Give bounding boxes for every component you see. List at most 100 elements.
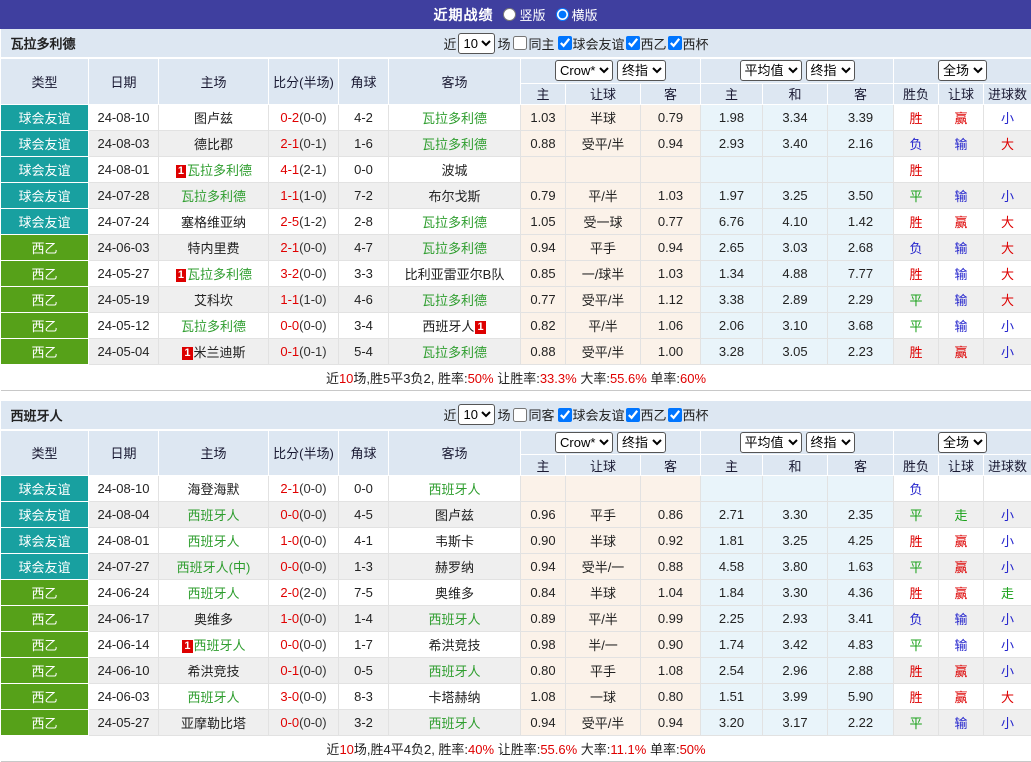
odds-stage-select[interactable]: 终指 <box>617 60 666 81</box>
avg-draw-cell: 2.96 <box>763 658 828 684</box>
avg-stage-select[interactable]: 终指 <box>806 432 855 453</box>
competition-filter-option[interactable]: 西乙 <box>625 34 667 53</box>
away-team-cell: 瓦拉多利德 <box>389 130 521 156</box>
home-team-cell: 1瓦拉多利德 <box>159 260 269 286</box>
halftime-score: (0-0) <box>299 533 326 548</box>
col-header-score: 比分(半场) <box>269 58 339 104</box>
odds-stage-select[interactable]: 终指 <box>617 432 666 453</box>
avg-source-select[interactable]: 平均值 <box>740 60 802 81</box>
avg-draw-cell: 3.17 <box>763 710 828 736</box>
col-header-score: 比分(半场) <box>269 430 339 476</box>
away-team-name: 韦斯卡 <box>435 534 474 549</box>
competition-filter-option[interactable]: 西杯 <box>667 405 709 424</box>
competition-filter-option[interactable]: 西乙 <box>625 405 667 424</box>
home-team-cell: 特内里费 <box>159 234 269 260</box>
competition-filter-checkbox[interactable] <box>626 36 640 50</box>
competition-filter-option[interactable]: 西杯 <box>667 34 709 53</box>
handicap-cell: 受平/半 <box>566 338 641 364</box>
sub-header-handicap: 让球 <box>566 455 641 476</box>
avg-stage-select[interactable]: 终指 <box>806 60 855 81</box>
goals-result-cell: 小 <box>984 528 1031 554</box>
result-cell: 平 <box>894 710 939 736</box>
layout-horizontal-option[interactable]: 横版 <box>556 5 598 24</box>
result-cell: 平 <box>894 182 939 208</box>
handicap-result-cell <box>939 156 984 182</box>
halftime-score: (0-0) <box>299 318 326 333</box>
match-date-cell: 24-06-14 <box>89 632 159 658</box>
away-odds-cell: 0.86 <box>641 502 701 528</box>
avg-away-cell: 4.36 <box>828 580 894 606</box>
away-odds-cell: 1.00 <box>641 338 701 364</box>
recent-count-select[interactable]: 10 <box>458 33 495 54</box>
filter-row: 瓦拉多利德 近 10 场 同主 球会友谊西乙西杯 <box>1 29 1031 58</box>
same-venue-checkbox-0[interactable] <box>513 36 527 50</box>
away-team-cell: 瓦拉多利德 <box>389 286 521 312</box>
same-venue-checkbox-1[interactable] <box>513 408 527 422</box>
home-odds-cell: 0.80 <box>521 658 566 684</box>
score-cell: 2-1(0-0) <box>269 234 339 260</box>
odds-source-select[interactable]: Crow* <box>555 432 613 453</box>
avg-away-cell: 2.88 <box>828 658 894 684</box>
recent-count-select[interactable]: 10 <box>458 404 495 425</box>
same-venue-option[interactable]: 同客 <box>512 405 554 424</box>
avg-home-cell: 1.81 <box>701 528 763 554</box>
odds-source-select[interactable]: Crow* <box>555 60 613 81</box>
home-team-cell: 1西班牙人 <box>159 632 269 658</box>
home-odds-cell: 0.94 <box>521 710 566 736</box>
corner-cell: 3-2 <box>339 710 389 736</box>
match-type-cell: 西乙 <box>1 606 89 632</box>
col-header-corner: 角球 <box>339 58 389 104</box>
match-type-cell: 西乙 <box>1 684 89 710</box>
score-cell: 3-0(0-0) <box>269 684 339 710</box>
halftime-score: (0-0) <box>299 110 326 125</box>
avg-away-cell <box>828 476 894 502</box>
avg-draw-cell <box>763 156 828 182</box>
competition-filter-checkbox[interactable] <box>668 408 682 422</box>
layout-vertical-option[interactable]: 竖版 <box>503 5 545 24</box>
corner-cell: 1-7 <box>339 632 389 658</box>
avg-away-cell: 1.63 <box>828 554 894 580</box>
same-venue-option[interactable]: 同主 <box>512 34 554 53</box>
corner-cell: 0-0 <box>339 476 389 502</box>
match-date-cell: 24-07-28 <box>89 182 159 208</box>
handicap-result-cell: 输 <box>939 606 984 632</box>
halftime-score: (0-0) <box>299 240 326 255</box>
scope-select[interactable]: 全场 <box>938 432 987 453</box>
result-cell: 平 <box>894 554 939 580</box>
avg-source-select[interactable]: 平均值 <box>740 432 802 453</box>
home-team-name: 德比郡 <box>194 137 233 152</box>
fulltime-score: 0-1 <box>280 663 299 678</box>
horizontal-radio[interactable] <box>556 8 569 21</box>
filter-options-1: 球会友谊西乙西杯 <box>557 405 709 424</box>
avg-draw-cell: 3.25 <box>763 182 828 208</box>
vertical-radio[interactable] <box>503 8 516 21</box>
competition-filter-checkbox[interactable] <box>558 408 572 422</box>
halftime-score: (0-0) <box>299 663 326 678</box>
result-cell: 平 <box>894 632 939 658</box>
competition-filter-checkbox[interactable] <box>558 36 572 50</box>
match-row: 西乙24-06-17奥维多1-0(0-0)1-4西班牙人0.89平/半0.992… <box>1 606 1031 632</box>
home-team-name: 西班牙人 <box>187 586 239 601</box>
match-date-cell: 24-06-24 <box>89 580 159 606</box>
home-odds-cell <box>521 476 566 502</box>
corner-cell: 3-3 <box>339 260 389 286</box>
handicap-cell: 平手 <box>566 658 641 684</box>
away-odds-cell: 0.80 <box>641 684 701 710</box>
avg-draw-cell: 3.99 <box>763 684 828 710</box>
competition-filter-checkbox[interactable] <box>626 408 640 422</box>
avg-away-cell: 2.23 <box>828 338 894 364</box>
sub-header-result: 胜负 <box>894 83 939 104</box>
competition-filter-option[interactable]: 球会友谊 <box>557 405 625 424</box>
away-odds-cell: 1.03 <box>641 182 701 208</box>
team-results-table-1: 西班牙人 近 10 场 同客 球会友谊西乙西杯 类型 日期 主场 比分(半场) … <box>0 401 1031 762</box>
scope-select[interactable]: 全场 <box>938 60 987 81</box>
corner-cell: 4-7 <box>339 234 389 260</box>
match-type-cell: 西乙 <box>1 312 89 338</box>
halftime-score: (1-0) <box>299 188 326 203</box>
avg-draw-cell: 3.40 <box>763 130 828 156</box>
away-team-cell: 赫罗纳 <box>389 554 521 580</box>
corner-cell: 8-3 <box>339 684 389 710</box>
competition-filter-checkbox[interactable] <box>668 36 682 50</box>
match-date-cell: 24-06-03 <box>89 234 159 260</box>
competition-filter-option[interactable]: 球会友谊 <box>557 34 625 53</box>
